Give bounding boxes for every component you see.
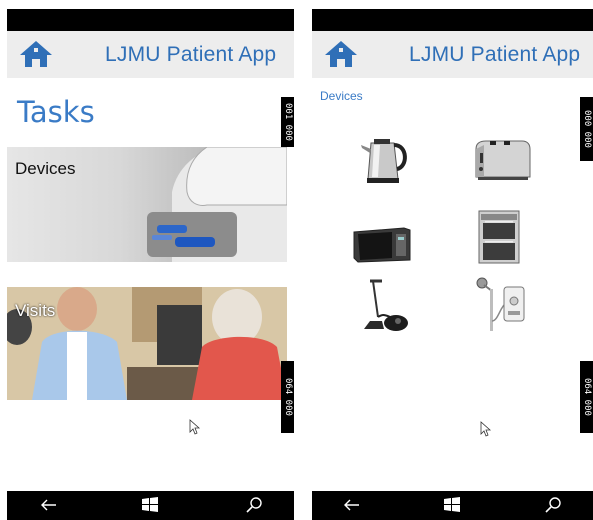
app-title: LJMU Patient App <box>409 43 581 66</box>
nav-bar <box>312 491 593 520</box>
nav-bar <box>7 491 294 520</box>
tile-visits[interactable]: Visits <box>7 287 287 400</box>
vacuum-cleaner-icon[interactable] <box>356 277 416 333</box>
windows-icon[interactable] <box>442 496 462 514</box>
home-icon[interactable] <box>322 38 360 70</box>
kettle-icon[interactable] <box>356 131 416 187</box>
oven-icon[interactable] <box>469 209 529 265</box>
toaster-icon[interactable] <box>472 131 532 187</box>
microwave-icon[interactable] <box>352 214 412 270</box>
search-icon[interactable] <box>245 496 265 514</box>
debug-marker: 064 000 <box>580 361 593 433</box>
app-title: LJMU Patient App <box>105 43 277 66</box>
tile-devices[interactable]: Devices <box>7 147 287 262</box>
debug-marker: 001 000 <box>281 97 294 147</box>
mouse-cursor-icon <box>480 421 492 437</box>
tile-label-devices: Devices <box>15 159 76 178</box>
electric-shower-icon[interactable] <box>470 277 530 333</box>
mouse-cursor-icon <box>189 419 201 435</box>
app-header: LJMU Patient App <box>7 31 294 78</box>
debug-marker: 000 000 <box>580 97 593 161</box>
page-title: Tasks <box>17 95 95 129</box>
tile-label-visits: Visits <box>15 301 56 320</box>
search-icon[interactable] <box>544 496 564 514</box>
debug-marker: 064 000 <box>281 361 294 433</box>
app-header: LJMU Patient App <box>312 31 593 78</box>
status-bar <box>312 9 593 31</box>
phone-screen-devices: LJMU Patient App Devices 000 000 064 000 <box>312 9 593 520</box>
windows-icon[interactable] <box>140 496 160 514</box>
back-arrow-icon[interactable] <box>39 496 59 514</box>
status-bar <box>7 9 294 31</box>
home-icon[interactable] <box>17 38 55 70</box>
breadcrumb: Devices <box>320 89 363 103</box>
phone-screen-tasks: LJMU Patient App Tasks 001 000 Devices V <box>7 9 294 520</box>
back-arrow-icon[interactable] <box>342 496 362 514</box>
